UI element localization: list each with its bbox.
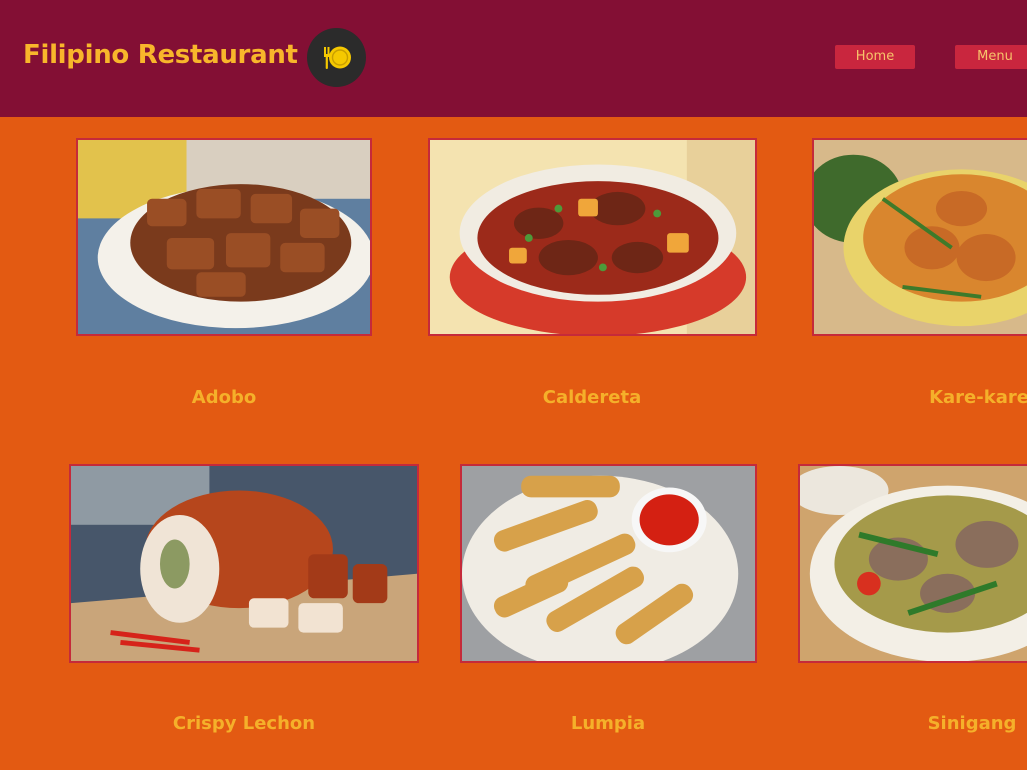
dish-name-lumpia: Lumpia <box>570 713 646 734</box>
lumpia-image[interactable] <box>460 464 757 663</box>
dish-name-adobo: Adobo <box>191 387 257 408</box>
dish-name-caldereta: Caldereta <box>542 387 642 408</box>
dish-name-kare-kare: Kare-kare <box>929 387 1027 408</box>
adobo-image[interactable] <box>76 138 372 336</box>
caldereta-image[interactable] <box>428 138 757 336</box>
kare-kare-image[interactable] <box>812 138 1027 336</box>
crispy-lechon-image[interactable] <box>69 464 419 663</box>
site-title: Filipino Restaurant <box>23 40 298 70</box>
nav-home-button[interactable]: Home <box>835 45 915 69</box>
dish-name-crispy-lechon: Crispy Lechon <box>172 713 316 734</box>
nav-menu-button[interactable]: Menu <box>955 45 1027 69</box>
dish-name-sinigang: Sinigang <box>927 713 1017 734</box>
sinigang-image[interactable] <box>798 464 1027 663</box>
site-header: Filipino Restaurant Home Menu <box>0 0 1027 117</box>
plate-fork-icon <box>307 28 366 87</box>
